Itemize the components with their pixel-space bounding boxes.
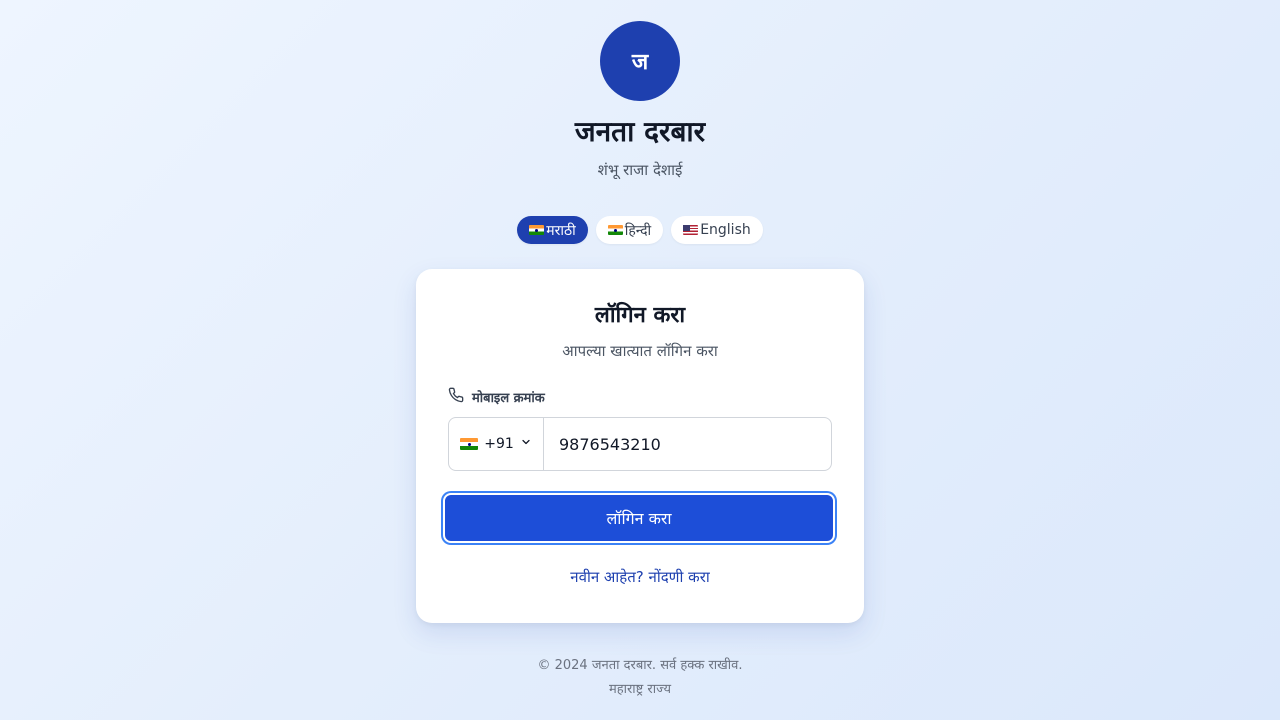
us-flag-icon [683, 225, 699, 235]
login-subtitle: आपल्या खात्यात लॉगिन करा [562, 342, 718, 360]
brand-title: जनता दरबार [574, 115, 706, 148]
language-label: हिन्दी [624, 222, 652, 239]
chevron-down-icon [520, 436, 532, 452]
mobile-number-input[interactable] [544, 418, 831, 470]
language-switcher: मराठी हिन्दी English [0, 216, 1280, 244]
footer-copyright: © 2024 जनता दरबार. सर्व हक्क राखीव. [537, 658, 743, 673]
login-card: लॉगिन करा आपल्या खात्यात लॉगिन करा मोबाइ… [416, 269, 864, 623]
language-option-english[interactable]: English [671, 216, 763, 244]
india-flag-icon [460, 438, 479, 450]
mobile-field-label: मोबाइल क्रमांक [448, 387, 545, 407]
login-title: लॉगिन करा [594, 303, 686, 328]
language-label: English [700, 222, 751, 238]
mobile-input-group: +91 [448, 417, 832, 471]
login-button[interactable]: लॉगिन करा [443, 493, 835, 543]
footer-state: महाराष्ट्र राज्य [608, 682, 672, 697]
india-flag-icon [607, 225, 623, 235]
brand-subtitle: शंभू राजा देशाई [597, 161, 683, 179]
brand-logo: ज [600, 21, 680, 101]
language-option-hindi[interactable]: हिन्दी [595, 216, 664, 244]
register-link[interactable]: नवीन आहेत? नोंदणी करा [416, 567, 864, 587]
language-option-marathi[interactable]: मराठी [517, 216, 588, 244]
country-code: +91 [484, 436, 514, 452]
country-code-select[interactable]: +91 [449, 418, 544, 470]
language-label: मराठी [546, 222, 576, 239]
brand-logo-letter: ज [631, 50, 649, 75]
phone-icon [448, 387, 464, 407]
mobile-label-text: मोबाइल क्रमांक [472, 391, 545, 406]
india-flag-icon [529, 225, 545, 235]
